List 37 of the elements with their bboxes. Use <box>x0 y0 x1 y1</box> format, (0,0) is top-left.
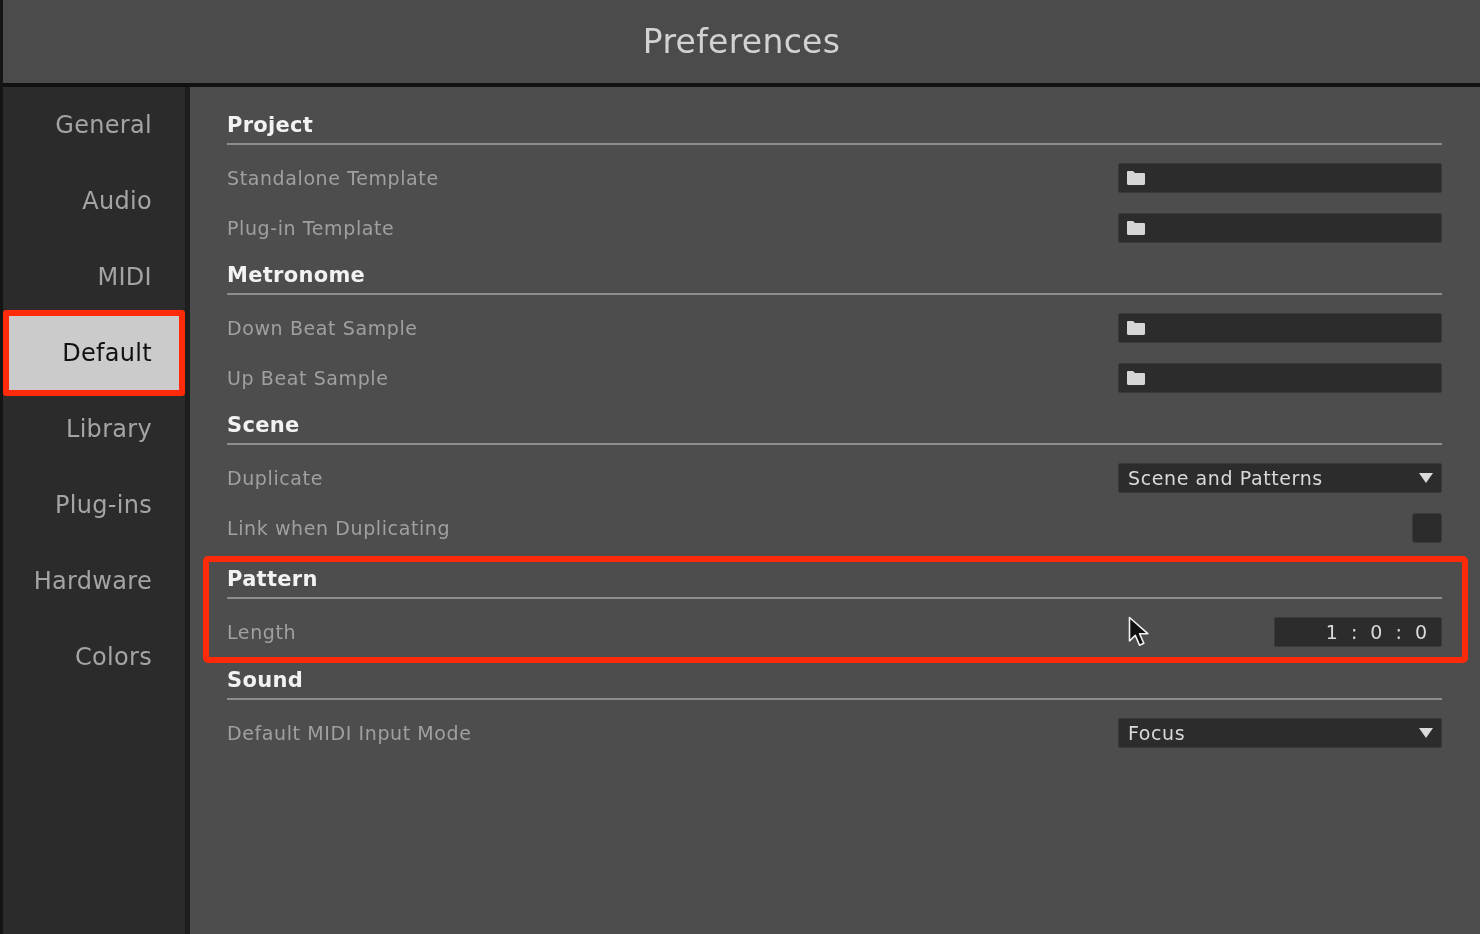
file-path-field[interactable] <box>1118 163 1442 193</box>
file-path-field[interactable] <box>1118 213 1442 243</box>
folder-icon <box>1127 321 1145 335</box>
checkbox[interactable] <box>1412 513 1442 543</box>
window-title: Preferences <box>642 22 841 61</box>
setting-label: Standalone Template <box>227 167 439 189</box>
setting-label: Link when Duplicating <box>227 517 451 539</box>
setting-label: Duplicate <box>227 467 323 489</box>
section-heading: Pattern <box>227 562 1442 599</box>
sidebar-item[interactable]: General <box>3 92 185 158</box>
sidebar-item[interactable]: Library <box>3 396 185 462</box>
section-heading: Project <box>227 108 1442 145</box>
file-path-field[interactable] <box>1118 313 1442 343</box>
sidebar-item[interactable]: Colors <box>3 624 185 690</box>
dropdown[interactable]: Scene and Patterns <box>1118 463 1442 493</box>
section-heading: Scene <box>227 408 1442 445</box>
mouse-pointer-icon <box>1128 616 1150 648</box>
folder-icon <box>1127 171 1145 185</box>
sidebar-item[interactable]: Audio <box>3 168 185 234</box>
setting-label: Default MIDI Input Mode <box>227 722 472 744</box>
setting-label: Length <box>227 621 297 643</box>
file-path-field[interactable] <box>1118 363 1442 393</box>
section-heading: Metronome <box>227 258 1442 295</box>
folder-icon <box>1127 371 1145 385</box>
dropdown[interactable]: Focus <box>1118 718 1442 748</box>
caret-icon <box>1419 473 1433 483</box>
setting-label: Up Beat Sample <box>227 367 389 389</box>
section-heading: Sound <box>227 663 1442 700</box>
sidebar-item[interactable]: MIDI <box>3 244 185 310</box>
sidebar-item[interactable]: Default <box>3 310 185 396</box>
time-value-field[interactable]: 1 : 0 : 0 <box>1274 617 1442 647</box>
setting-label: Down Beat Sample <box>227 317 418 339</box>
setting-label: Plug-in Template <box>227 217 395 239</box>
sidebar-item[interactable]: Plug-ins <box>3 472 185 538</box>
caret-icon <box>1419 728 1433 738</box>
folder-icon <box>1127 221 1145 235</box>
sidebar-item[interactable]: Hardware <box>3 548 185 614</box>
